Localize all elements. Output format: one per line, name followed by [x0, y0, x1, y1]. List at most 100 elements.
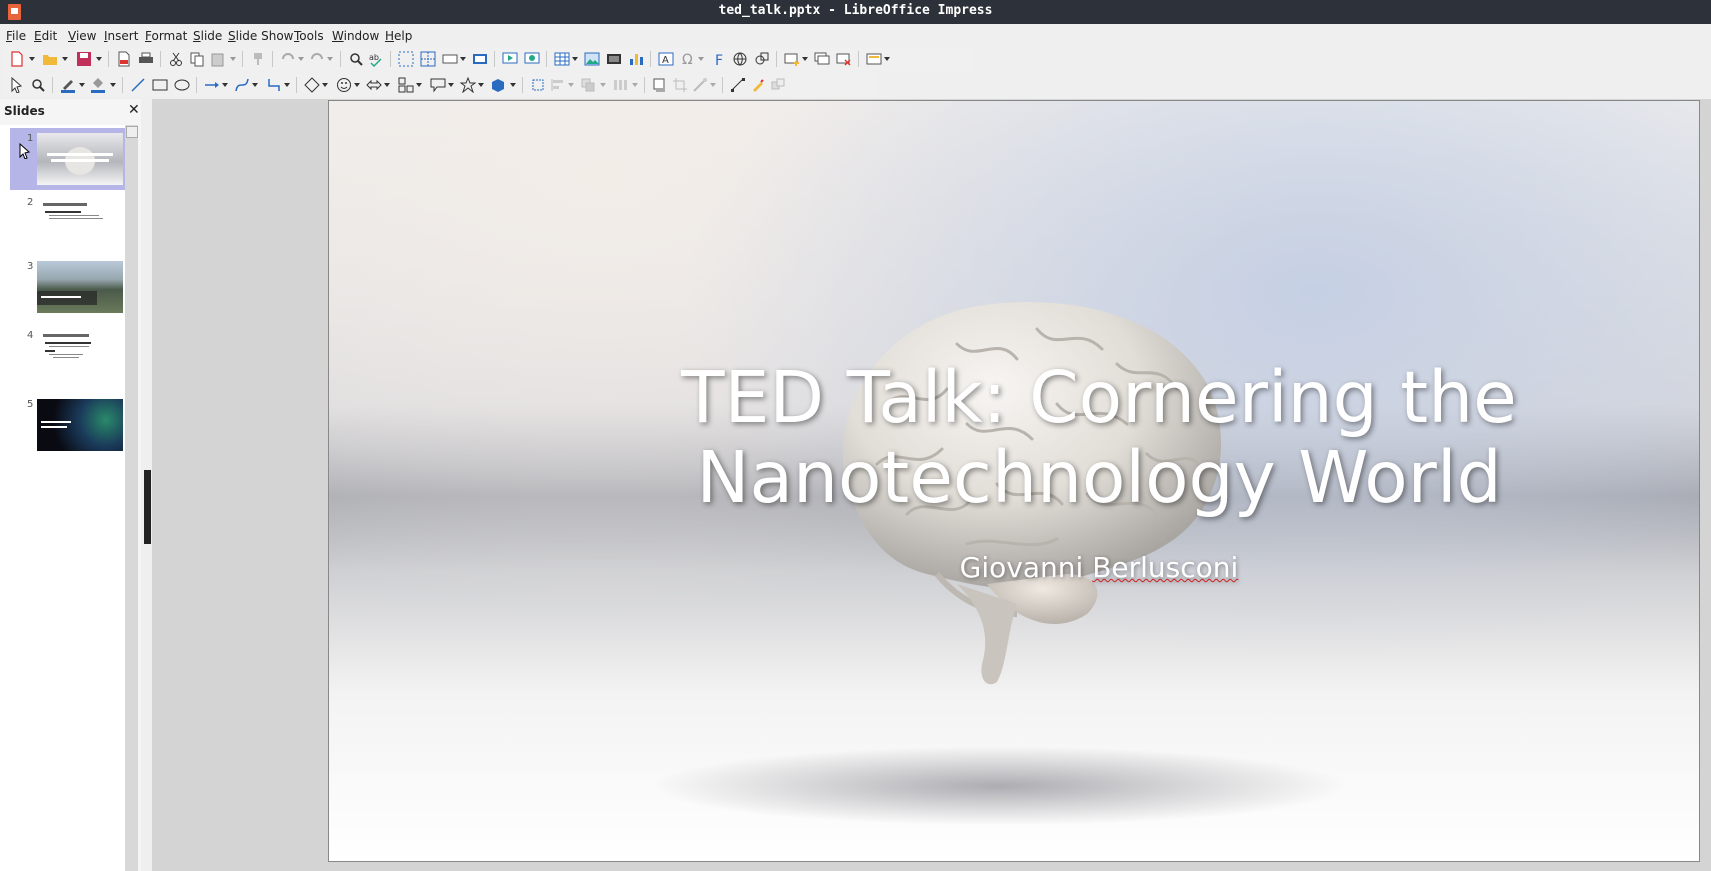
arrow-dropdown-icon[interactable] — [222, 83, 228, 87]
curve-dropdown-icon[interactable] — [252, 83, 258, 87]
zoom-icon[interactable] — [30, 77, 46, 93]
save-dropdown-icon[interactable] — [96, 57, 102, 61]
textbox-icon[interactable]: A — [658, 51, 674, 67]
draw-icon[interactable] — [754, 51, 770, 67]
close-icon[interactable]: ✕ — [128, 102, 140, 118]
image-icon[interactable] — [584, 51, 600, 67]
special-char-icon[interactable]: Ω — [680, 51, 696, 67]
fill-color-dropdown-icon[interactable] — [110, 83, 116, 87]
copy-icon[interactable] — [189, 51, 205, 67]
redo-dropdown-icon[interactable] — [327, 57, 333, 61]
undo-icon[interactable] — [280, 51, 296, 67]
connector-icon[interactable] — [266, 77, 282, 93]
menu-edit[interactable]: Edit — [34, 29, 57, 43]
start-current-icon[interactable] — [524, 51, 540, 67]
display-views-icon[interactable] — [442, 51, 458, 67]
flowchart-dropdown-icon[interactable] — [416, 83, 422, 87]
hyperlink-icon[interactable] — [732, 51, 748, 67]
slide-thumbnail-2[interactable]: 2 — [10, 192, 125, 254]
new-slide-dropdown-icon[interactable] — [802, 57, 808, 61]
callouts-icon[interactable] — [430, 77, 446, 93]
table-dropdown-icon[interactable] — [572, 57, 578, 61]
duplicate-slide-icon[interactable] — [814, 51, 830, 67]
menu-format[interactable]: Format — [145, 29, 187, 43]
new-dropdown-icon[interactable] — [29, 57, 35, 61]
symbol-shapes-dropdown-icon[interactable] — [354, 83, 360, 87]
table-icon[interactable] — [554, 51, 570, 67]
slide-layout-dropdown-icon[interactable] — [884, 57, 890, 61]
paste-icon[interactable] — [210, 51, 226, 67]
slide-title[interactable]: TED Talk: Cornering the Nanotechnology W… — [569, 358, 1629, 518]
new-icon[interactable] — [9, 51, 25, 67]
new-slide-icon[interactable] — [784, 51, 800, 67]
stars-dropdown-icon[interactable] — [478, 83, 484, 87]
curve-icon[interactable] — [234, 77, 250, 93]
align-icon[interactable] — [550, 77, 566, 93]
arrange-dropdown-icon[interactable] — [600, 83, 606, 87]
menu-tools[interactable]: Tools — [294, 29, 324, 43]
callouts-dropdown-icon[interactable] — [448, 83, 454, 87]
symbol-shapes-icon[interactable] — [336, 77, 352, 93]
menu-slide-show[interactable]: Slide Show — [228, 29, 294, 43]
find-icon[interactable] — [348, 51, 364, 67]
flowchart-icon[interactable] — [398, 77, 414, 93]
fill-color-icon[interactable] — [90, 77, 106, 93]
block-arrows-dropdown-icon[interactable] — [384, 83, 390, 87]
points-icon[interactable] — [730, 77, 746, 93]
slide-thumbnail-1[interactable]: 1 — [10, 128, 125, 190]
select-icon[interactable] — [9, 77, 25, 93]
export-pdf-icon[interactable] — [116, 51, 132, 67]
distribute-dropdown-icon[interactable] — [632, 83, 638, 87]
open-icon[interactable] — [42, 51, 58, 67]
clone-icon[interactable] — [250, 51, 266, 67]
align-dropdown-icon[interactable] — [568, 83, 574, 87]
helplines-icon[interactable] — [420, 51, 436, 67]
menu-view[interactable]: View — [68, 29, 96, 43]
arrow-icon[interactable] — [204, 77, 220, 93]
delete-slide-icon[interactable] — [836, 51, 852, 67]
chart-icon[interactable] — [628, 51, 644, 67]
menu-help[interactable]: Help — [385, 29, 412, 43]
slide-1-editor[interactable]: TED Talk: Cornering the Nanotechnology W… — [328, 100, 1700, 862]
fontwork-icon[interactable]: F — [712, 51, 728, 67]
special-char-dropdown-icon[interactable] — [698, 57, 704, 61]
menu-window[interactable]: Window — [332, 29, 379, 43]
block-arrows-icon[interactable] — [366, 77, 382, 93]
undo-dropdown-icon[interactable] — [298, 57, 304, 61]
paste-dropdown-icon[interactable] — [230, 57, 236, 61]
print-icon[interactable] — [138, 51, 154, 67]
line-color-dropdown-icon[interactable] — [79, 83, 85, 87]
cut-icon[interactable] — [168, 51, 184, 67]
save-icon[interactable] — [76, 51, 92, 67]
3d-objects-icon[interactable] — [490, 77, 506, 93]
3d-objects-dropdown-icon[interactable] — [510, 83, 516, 87]
slide-thumbnail-3[interactable]: 3 — [10, 256, 125, 318]
connector-dropdown-icon[interactable] — [284, 83, 290, 87]
basic-shapes-icon[interactable] — [304, 77, 320, 93]
media-icon[interactable] — [606, 51, 622, 67]
spellcheck-icon[interactable]: ab — [368, 51, 384, 67]
panel-splitter-handle[interactable] — [144, 470, 151, 544]
menu-slide[interactable]: Slide — [193, 29, 222, 43]
filter-dropdown-icon[interactable] — [710, 83, 716, 87]
display-views-dropdown-icon[interactable] — [460, 57, 466, 61]
grid-icon[interactable] — [398, 51, 414, 67]
stars-icon[interactable] — [460, 77, 476, 93]
shadow-icon[interactable] — [652, 77, 668, 93]
line-icon[interactable] — [130, 77, 146, 93]
rotate-icon[interactable] — [530, 77, 546, 93]
master-slide-icon[interactable] — [472, 51, 488, 67]
rectangle-icon[interactable] — [152, 77, 168, 93]
basic-shapes-dropdown-icon[interactable] — [322, 83, 328, 87]
line-color-icon[interactable] — [60, 77, 76, 93]
slide-thumbnail-4[interactable]: 4 — [10, 325, 125, 387]
menu-insert[interactable]: Insert — [104, 29, 138, 43]
ellipse-icon[interactable] — [174, 77, 190, 93]
slides-scrollbar[interactable] — [125, 125, 138, 871]
menu-file[interactable]: File — [6, 29, 26, 43]
slide-thumbnail-5[interactable]: 5 — [10, 394, 125, 456]
start-presentation-icon[interactable] — [502, 51, 518, 67]
distribute-icon[interactable] — [612, 77, 628, 93]
crop-icon[interactable] — [672, 77, 688, 93]
toggle-extrusion-icon[interactable] — [770, 77, 786, 93]
